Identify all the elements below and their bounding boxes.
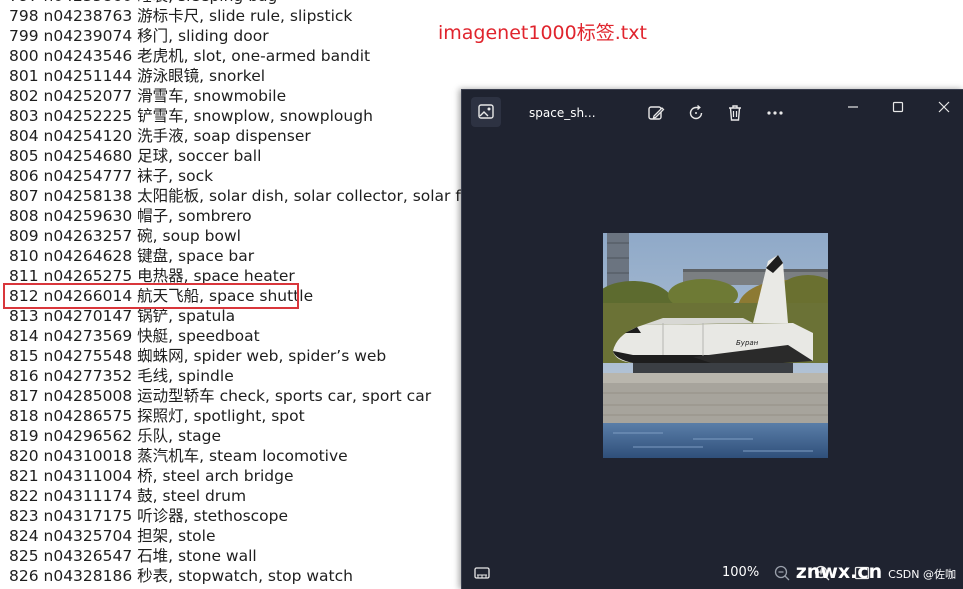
- viewer-titlebar: space_sh...: [462, 90, 963, 138]
- shuttle-name-text: Буран: [736, 339, 759, 347]
- text-line: 826 n04328186 秒表, stopwatch, stop watch: [9, 567, 353, 585]
- image-tab-title[interactable]: space_sh...: [529, 106, 596, 120]
- text-line: 818 n04286575 探照灯, spotlight, spot: [9, 407, 305, 425]
- zoom-out-icon[interactable]: [772, 563, 792, 583]
- text-line: 816 n04277352 毛线, spindle: [9, 367, 234, 385]
- text-line: 807 n04258138 太阳能板, solar dish, solar co…: [9, 187, 515, 205]
- filmstrip-icon[interactable]: [472, 563, 492, 583]
- close-icon[interactable]: [935, 98, 953, 116]
- text-line: 822 n04311174 鼓, steel drum: [9, 487, 247, 505]
- delete-icon[interactable]: [725, 103, 745, 123]
- text-line: 804 n04254120 洗手液, soap dispenser: [9, 127, 311, 145]
- text-line: 802 n04252077 滑雪车, snowmobile: [9, 87, 287, 105]
- text-line: 813 n04270147 锅铲, spatula: [9, 307, 236, 325]
- text-line: 820 n04310018 蒸汽机车, steam locomotive: [9, 447, 348, 465]
- text-line: 808 n04259630 帽子, sombrero: [9, 207, 252, 225]
- text-line: 809 n04263257 碗, soup bowl: [9, 227, 241, 245]
- photo-viewer-window: space_sh... Буран 100% znwx.cn CSDN @佐咖: [461, 89, 963, 589]
- watermark-credit: CSDN @佐咖: [888, 568, 956, 581]
- edit-image-icon[interactable]: [646, 103, 666, 123]
- file-title: imagenet1000标签.txt: [438, 22, 647, 44]
- text-line: 803 n04252225 铲雪车, snowplow, snowplough: [9, 107, 373, 125]
- text-line: 800 n04243546 老虎机, slot, one-armed bandi…: [9, 47, 371, 65]
- text-line: 801 n04251144 游泳眼镜, snorkel: [9, 67, 266, 85]
- text-line: 806 n04254777 袜子, sock: [9, 167, 214, 185]
- text-line: 815 n04275548 蜘蛛网, spider web, spider’s …: [9, 347, 387, 365]
- text-line: 824 n04325704 担架, stole: [9, 527, 216, 545]
- text-line: 817 n04285008 运动型轿车 check, sports car, s…: [9, 387, 432, 405]
- space-shuttle-image: Буран: [603, 233, 828, 458]
- text-line: 810 n04264628 键盘, space bar: [9, 247, 255, 265]
- text-line: 814 n04273569 快艇, speedboat: [9, 327, 260, 345]
- text-line: 799 n04239074 移门, sliding door: [9, 27, 269, 45]
- more-options-icon[interactable]: [765, 103, 785, 123]
- minimize-icon[interactable]: [844, 98, 862, 116]
- photos-app-icon[interactable]: [471, 97, 501, 127]
- watermark-site: znwx.cn: [795, 561, 883, 583]
- watermark: znwx.cn CSDN @佐咖: [796, 561, 956, 583]
- text-line: 821 n04311004 桥, steel arch bridge: [9, 467, 294, 485]
- text-line: 825 n04326547 石堆, stone wall: [9, 547, 257, 565]
- maximize-icon[interactable]: [889, 98, 907, 116]
- rotate-icon[interactable]: [686, 103, 706, 123]
- highlight-box: [3, 283, 299, 309]
- text-line: 819 n04296562 乐队, stage: [9, 427, 222, 445]
- zoom-level: 100%: [722, 565, 760, 580]
- text-line: 823 n04317175 听诊器, stethoscope: [9, 507, 289, 525]
- text-line: 805 n04254680 足球, soccer ball: [9, 147, 262, 165]
- text-line: 798 n04238763 游标卡尺, slide rule, slipstic…: [9, 7, 353, 25]
